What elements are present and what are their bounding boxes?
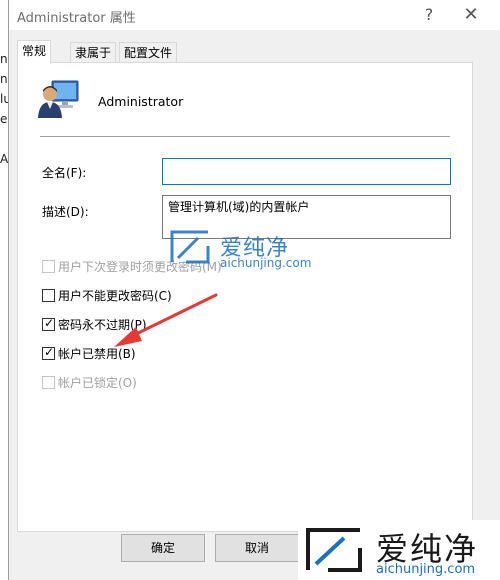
watermark-url: aichunjing.com [220, 256, 312, 270]
watermark-center: 爱纯净 aichunjing.com [168, 226, 318, 272]
background-text: A [0, 152, 9, 166]
checkbox-box[interactable] [42, 289, 55, 302]
red-arrow-annotation [114, 293, 218, 347]
close-button[interactable]: ✕ [453, 3, 489, 27]
checkmark-icon: ✓ [44, 345, 55, 359]
properties-dialog: Administrator 属性 ? ✕ 常规 隶属于 配置文件 Adminis… [8, 0, 500, 580]
cancel-button[interactable]: 取消 [215, 534, 299, 562]
brand-logo-icon [170, 230, 210, 264]
watermark-url: aichunjing.com [376, 562, 476, 577]
ok-button[interactable]: 确定 [121, 534, 205, 562]
checkbox-box[interactable]: ✓ [42, 316, 55, 331]
checkmark-icon: ✓ [44, 316, 55, 330]
title-bar[interactable]: Administrator 属性 ? ✕ [9, 0, 500, 30]
user-name: Administrator [98, 94, 184, 109]
general-tab-panel: Administrator 全名(F): 描述(D): 管理计算机(域)的内置帐… [17, 62, 473, 532]
user-account-icon [38, 80, 79, 118]
checkbox-box [42, 376, 55, 389]
help-button[interactable]: ? [411, 3, 447, 27]
checkbox-box[interactable]: ✓ [42, 345, 55, 360]
window-title: Administrator 属性 [17, 11, 136, 26]
description-label: 描述(D): [42, 205, 89, 219]
tab-member-of[interactable]: 隶属于 [70, 42, 117, 63]
tab-general[interactable]: 常规 [17, 40, 52, 64]
checkbox-label: 帐户已锁定(O) [58, 376, 137, 390]
tab-profile[interactable]: 配置文件 [119, 42, 178, 63]
fullname-label: 全名(F): [42, 166, 87, 180]
fullname-field[interactable] [162, 158, 451, 185]
brand-logo-icon [306, 528, 362, 572]
checkbox-box [42, 260, 55, 273]
divider [40, 136, 450, 137]
watermark-corner: 爱纯净 aichunjing.com [298, 520, 500, 580]
